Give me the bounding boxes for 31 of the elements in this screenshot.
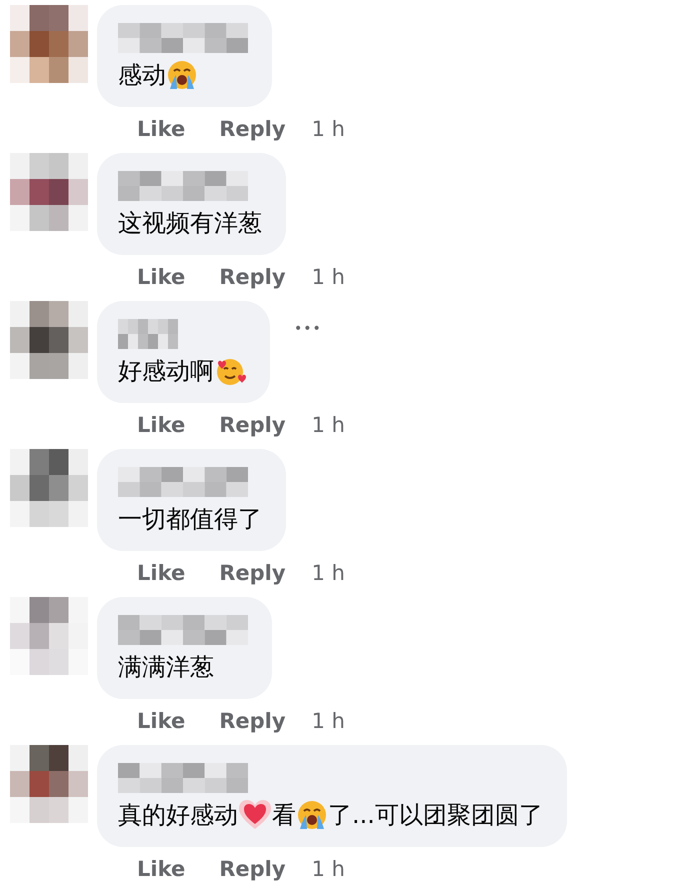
like-link[interactable]: Like: [137, 854, 186, 886]
comment-text: 看: [272, 800, 296, 831]
comment-text: 了...可以团聚团圆了: [328, 800, 543, 831]
crying-face-icon: [166, 59, 198, 91]
reply-link[interactable]: Reply: [219, 854, 286, 886]
comment-text: 感动: [118, 60, 166, 91]
comment-text: 一切都值得了: [118, 504, 262, 535]
blurred-name-drawing: [118, 319, 178, 349]
comment-text: 真的好感动: [118, 800, 238, 831]
like-link[interactable]: Like: [137, 706, 186, 738]
like-link[interactable]: Like: [137, 558, 186, 590]
like-link[interactable]: Like: [137, 262, 186, 294]
comment-time: 1 h: [312, 856, 345, 884]
reply-link[interactable]: Reply: [219, 410, 286, 442]
reply-link[interactable]: Reply: [219, 706, 286, 738]
reply-link[interactable]: Reply: [219, 114, 286, 146]
comment-text: 满满洋葱: [118, 652, 214, 683]
comment-time: 1 h: [312, 708, 345, 736]
more-options-button[interactable]: •••: [294, 318, 322, 340]
comment-text: 这视频有洋葱: [118, 208, 262, 239]
like-link[interactable]: Like: [137, 410, 186, 442]
reply-link[interactable]: Reply: [219, 262, 286, 294]
comment-time: 1 h: [312, 264, 345, 292]
comment-time: 1 h: [312, 412, 345, 440]
heart-icon: [238, 799, 272, 831]
comment-time: 1 h: [312, 560, 345, 588]
crying-face-icon: [296, 799, 328, 831]
like-link[interactable]: Like: [137, 114, 186, 146]
comment-text: 好感动啊: [118, 356, 214, 387]
comment-time: 1 h: [312, 116, 345, 144]
reply-link[interactable]: Reply: [219, 558, 286, 590]
